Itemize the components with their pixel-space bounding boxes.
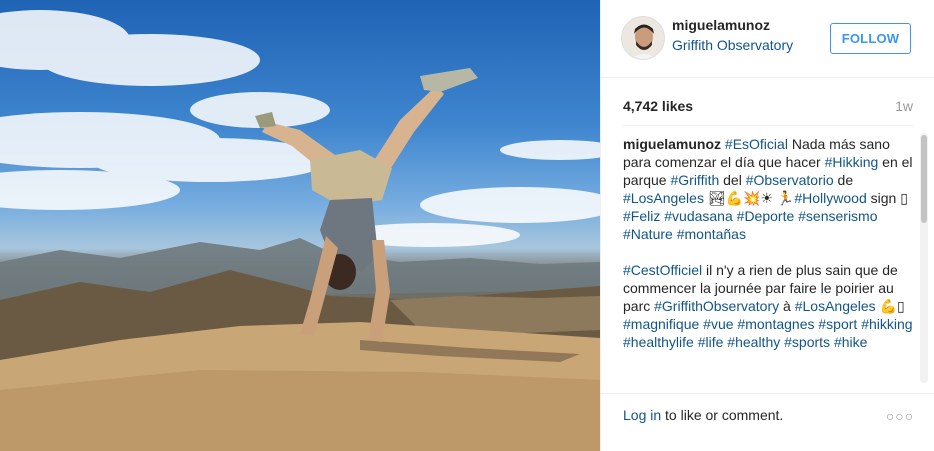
more-options-icon[interactable]: ○○○	[885, 408, 915, 424]
login-prompt: Log in to like or comment.	[623, 407, 783, 423]
likes-row: 4,742 likes 1w	[623, 98, 913, 116]
post-time[interactable]: 1w	[895, 98, 913, 114]
hashtag-link[interactable]: #vue	[703, 316, 733, 332]
hashtag-link[interactable]: #healthy	[727, 334, 780, 350]
caption-paragraph-2: #CestOfficiel il n'y a rien de plus sain…	[623, 261, 913, 351]
username-link[interactable]: miguelamunoz	[672, 17, 770, 33]
hashtag-link[interactable]: #montañas	[677, 226, 746, 242]
post-photo[interactable]	[0, 0, 600, 451]
post-details-panel: miguelamunoz Griffith Observatory FOLLOW…	[600, 0, 934, 451]
hashtag-link[interactable]: #EsOficial	[725, 136, 788, 152]
hashtag-link[interactable]: #Hikking	[825, 154, 879, 170]
caption-text: à	[779, 298, 795, 314]
caption-paragraph-1: miguelamunoz #EsOficial Nada más sano pa…	[623, 135, 913, 243]
hashtag-link[interactable]: #CestOfficiel	[623, 262, 702, 278]
post-footer: Log in to like or comment. ○○○	[601, 393, 934, 451]
caption-text: de	[833, 172, 854, 188]
caption-emoji: 💪▯	[875, 298, 905, 314]
caption-emoji: 🏞💪💥☀ 🏃	[703, 190, 795, 206]
avatar-image	[622, 17, 664, 59]
hashtag-link[interactable]: #Feliz	[623, 208, 660, 224]
hashtag-link[interactable]: #senserismo	[798, 208, 877, 224]
divider	[623, 125, 913, 126]
follow-button[interactable]: FOLLOW	[830, 23, 911, 54]
login-link[interactable]: Log in	[623, 407, 661, 423]
hashtag-link[interactable]: #hike	[834, 334, 867, 350]
hashtag-link[interactable]: #LosAngeles	[795, 298, 876, 314]
hashtag-link[interactable]: #Griffith	[670, 172, 719, 188]
hashtag-link[interactable]: #Nature	[623, 226, 673, 242]
hashtag-link[interactable]: #montagnes	[737, 316, 814, 332]
hashtag-link[interactable]: #hikking	[861, 316, 912, 332]
hashtag-link[interactable]: #magnifique	[623, 316, 699, 332]
caption-text: sign ▯	[866, 190, 908, 206]
clouds	[0, 10, 600, 247]
photo-illustration	[0, 10, 600, 451]
scrollbar-thumb[interactable]	[921, 135, 927, 223]
hashtag-link[interactable]: #healthylife	[623, 334, 694, 350]
post-header: miguelamunoz Griffith Observatory FOLLOW	[601, 0, 934, 78]
hashtag-link[interactable]: #Hollywood	[794, 190, 866, 206]
hashtag-link[interactable]: #sports	[784, 334, 830, 350]
login-prompt-text: to like or comment.	[661, 407, 784, 423]
caption-scrollbar[interactable]	[920, 133, 928, 383]
hashtag-link[interactable]: #life	[698, 334, 724, 350]
hashtag-link[interactable]: #Observatorio	[746, 172, 834, 188]
hashtag-link[interactable]: #Deporte	[737, 208, 795, 224]
hashtag-link[interactable]: #GriffithObservatory	[654, 298, 779, 314]
caption-text: del	[719, 172, 746, 188]
likes-count[interactable]: 4,742 likes	[623, 98, 693, 114]
user-avatar[interactable]	[621, 16, 665, 60]
hashtag-link[interactable]: #sport	[818, 316, 857, 332]
hashtag-link[interactable]: #vudasana	[664, 208, 733, 224]
location-link[interactable]: Griffith Observatory	[672, 37, 793, 53]
caption: miguelamunoz #EsOficial Nada más sano pa…	[623, 135, 913, 383]
caption-author-link[interactable]: miguelamunoz	[623, 136, 721, 152]
hashtag-link[interactable]: #LosAngeles	[623, 190, 704, 206]
